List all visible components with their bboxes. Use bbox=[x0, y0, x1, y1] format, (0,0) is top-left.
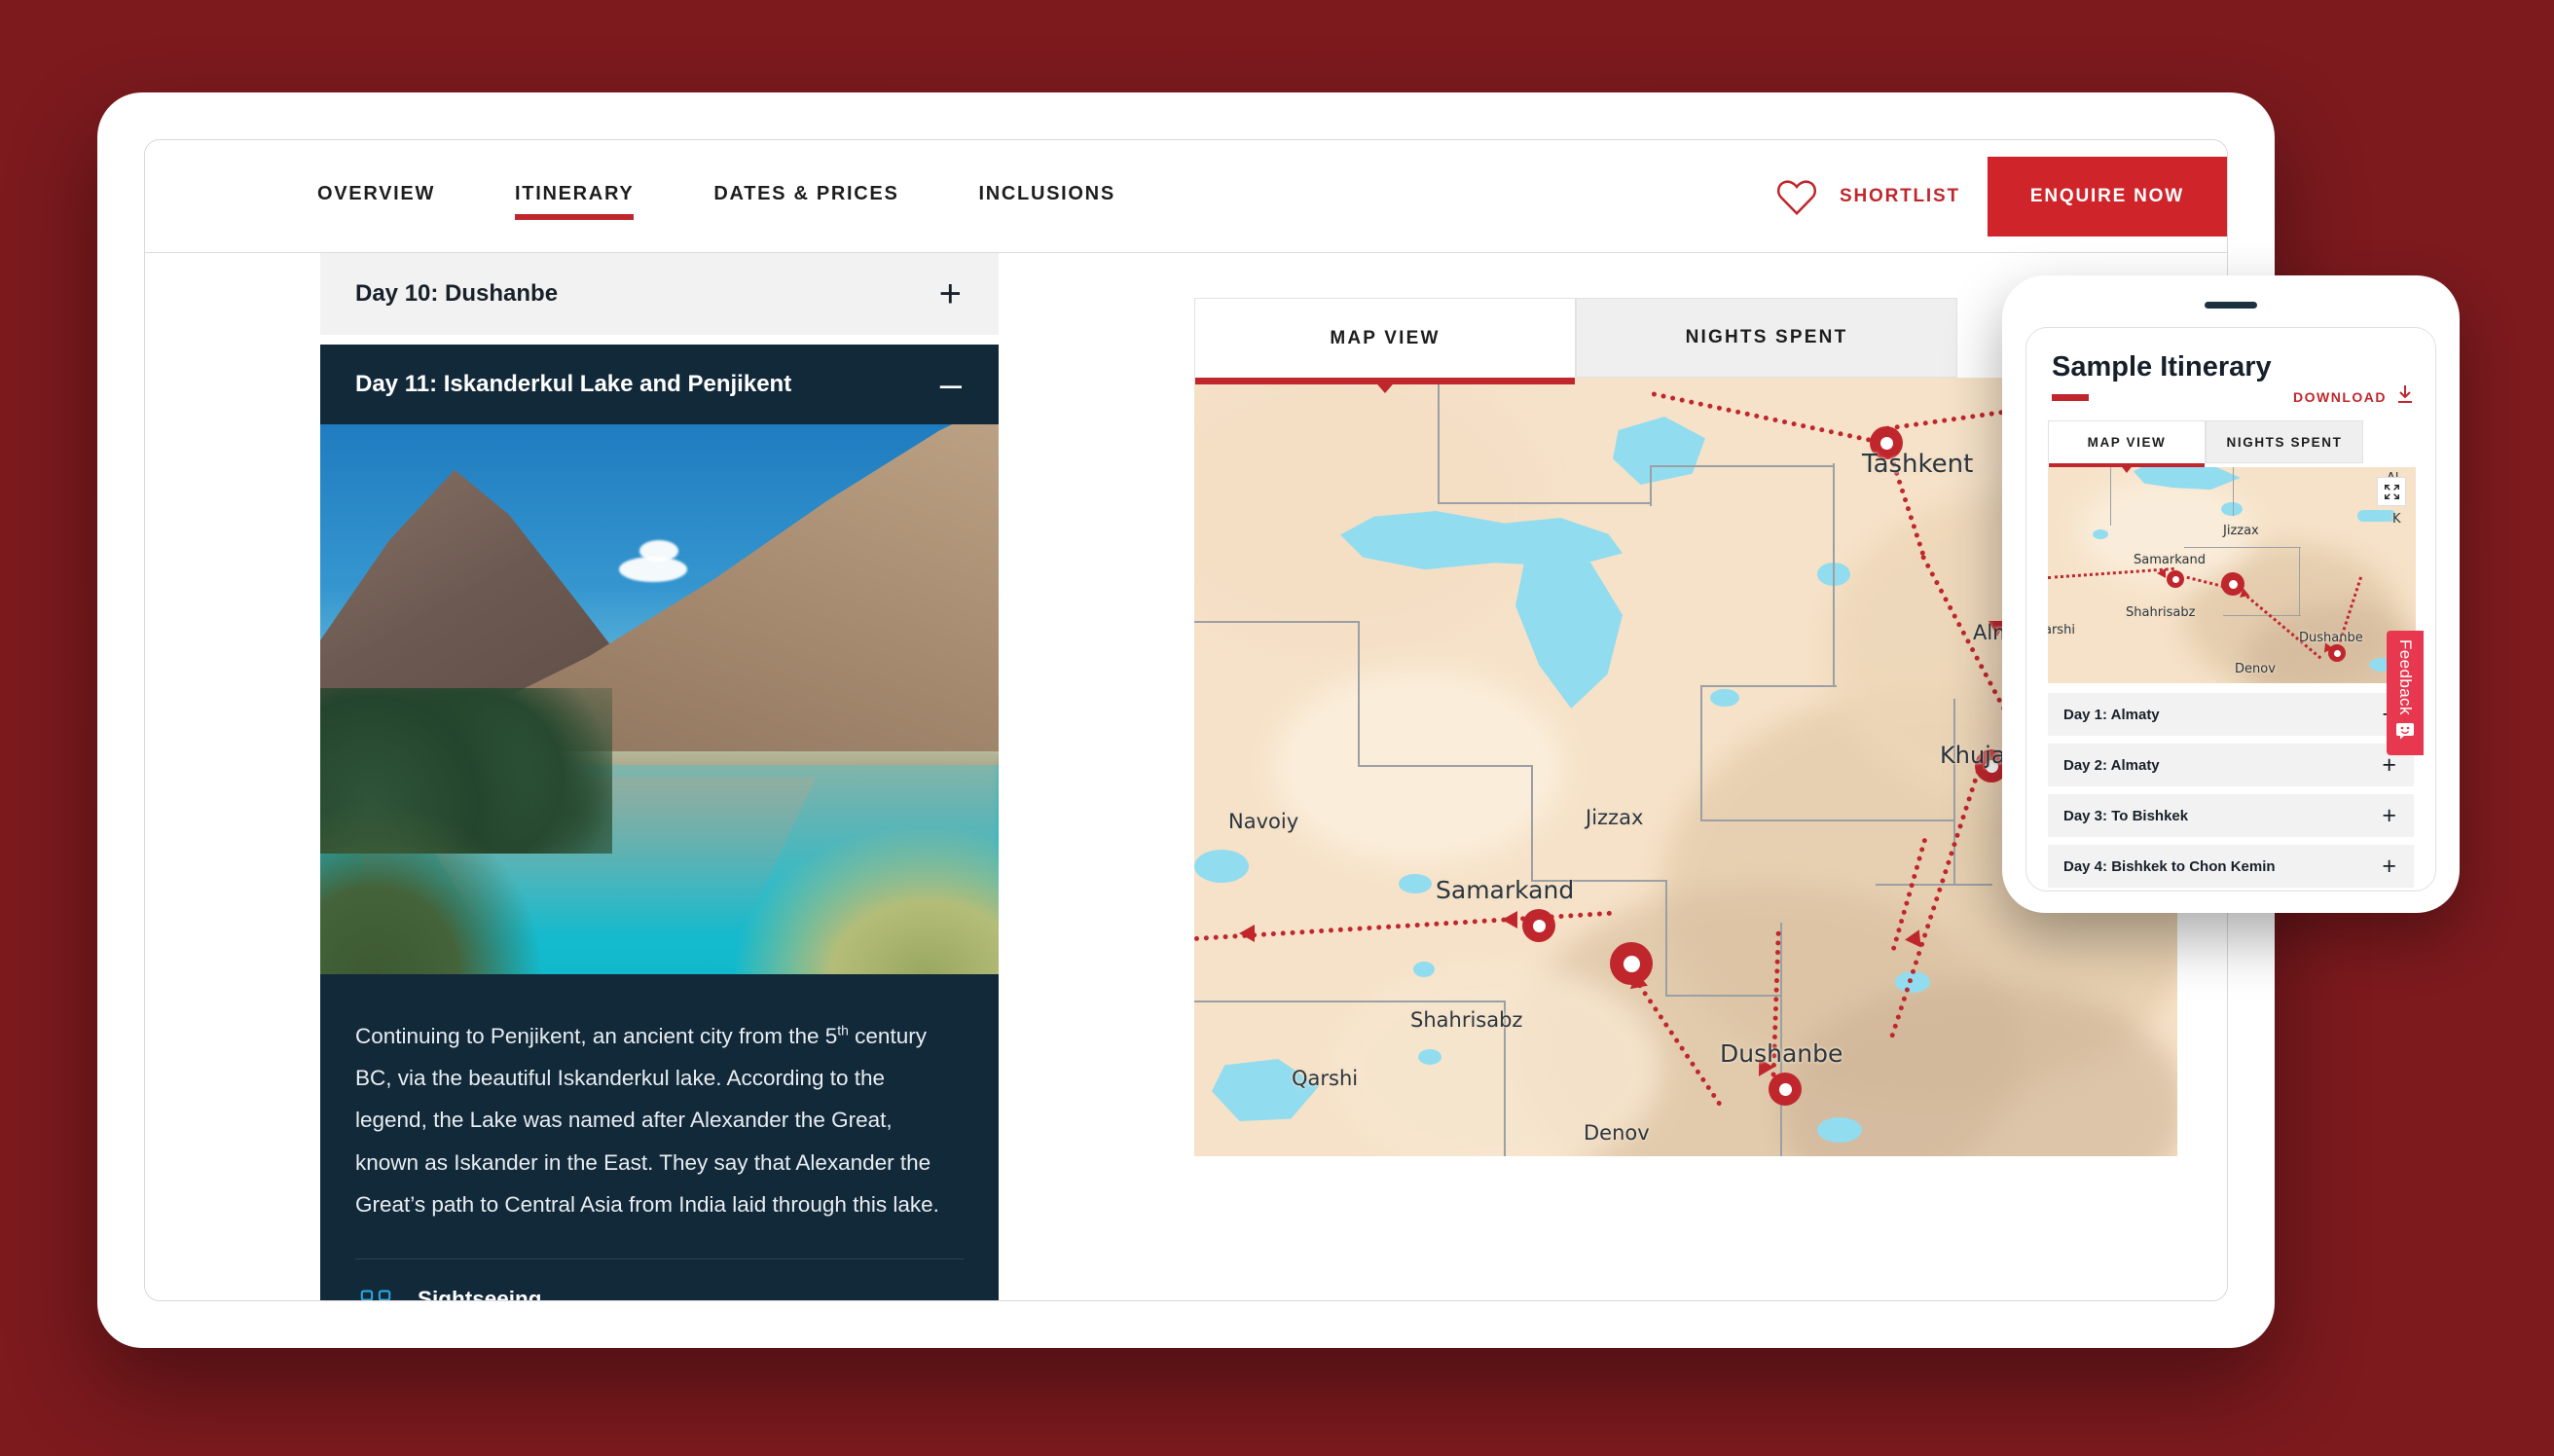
phone-map-label: Dushanbe bbox=[2299, 631, 2363, 645]
phone-day-title: Day 2: Almaty bbox=[2063, 757, 2160, 774]
grass-left bbox=[320, 799, 544, 974]
day-hero-image bbox=[320, 424, 999, 974]
tablet-screen: OVERVIEW ITINERARY DATES & PRICES INCLUS… bbox=[144, 139, 2228, 1301]
map-label: Navoiy bbox=[1228, 810, 1298, 833]
phone-map-label: Shahrisabz bbox=[2126, 605, 2195, 620]
expand-plus-icon[interactable]: + bbox=[939, 274, 962, 313]
map-label: Tashkent bbox=[1862, 450, 1973, 479]
phone-map-pin-samarkand[interactable] bbox=[2167, 570, 2184, 588]
route-arrow bbox=[1502, 911, 1517, 928]
feedback-tab[interactable]: Feedback bbox=[2387, 631, 2424, 755]
title-accent-bar bbox=[2052, 394, 2089, 401]
header-actions: SHORTLIST ENQUIRE NOW bbox=[1775, 140, 2227, 253]
phone-tab-nights-spent[interactable]: NIGHTS SPENT bbox=[2206, 420, 2363, 463]
feedback-smiley-icon bbox=[2395, 722, 2415, 745]
download-button[interactable]: DOWNLOAD bbox=[2293, 384, 2414, 409]
primary-navigation: OVERVIEW ITINERARY DATES & PRICES INCLUS… bbox=[317, 183, 1195, 205]
map-pin-penjikent[interactable] bbox=[1610, 942, 1653, 985]
inclusion-title: Sightseeing bbox=[418, 1287, 610, 1301]
expand-plus-icon[interactable]: + bbox=[2382, 804, 2396, 828]
active-tab-pointer bbox=[1371, 378, 1399, 393]
day-title: Day 11: Iskanderkul Lake and Penjikent bbox=[355, 371, 791, 398]
expand-plus-icon[interactable]: + bbox=[2382, 753, 2396, 778]
phone-speaker-grill bbox=[2205, 302, 2257, 309]
tab-nights-spent[interactable]: NIGHTS SPENT bbox=[1576, 298, 1957, 378]
day-description-part1: Continuing to Penjikent, an ancient city… bbox=[355, 1024, 837, 1048]
shortlist-label: SHORTLIST bbox=[1840, 186, 1960, 207]
phone-map-tabs: MAP VIEW NIGHTS SPENT bbox=[2048, 420, 2435, 463]
itinerary-day-panel-expanded: Day 11: Iskanderkul Lake and Penjikent – bbox=[320, 345, 999, 1301]
ordinal-suffix: th bbox=[837, 1023, 849, 1038]
phone-day-list: Day 1: Almaty + Day 2: Almaty + Day 3: T… bbox=[2048, 693, 2414, 892]
route-arrow bbox=[2157, 568, 2166, 578]
day-inclusions-list: Sightseeing City tour of Penjikent bbox=[320, 1259, 999, 1301]
nav-item-dates-prices[interactable]: DATES & PRICES bbox=[713, 183, 978, 205]
itinerary-column: Day 10: Dushanbe + Day 11: Iskanderkul L… bbox=[145, 253, 1138, 1301]
map-label: Dushanbe bbox=[1720, 1039, 1843, 1068]
phone-page-title: Sample Itinerary bbox=[2052, 351, 2435, 383]
phone-day-row[interactable]: Day 3: To Bishkek + bbox=[2048, 794, 2414, 837]
phone-screen: Sample Itinerary DOWNLOAD MAP VIEW NIGHT… bbox=[2025, 327, 2436, 892]
phone-map-label: Samarkand bbox=[2134, 553, 2206, 567]
tab-map-view[interactable]: MAP VIEW bbox=[1194, 298, 1576, 378]
binoculars-icon bbox=[355, 1289, 396, 1301]
phone-day-row[interactable]: Day 2: Almaty + bbox=[2048, 744, 2414, 786]
nav-item-itinerary[interactable]: ITINERARY bbox=[515, 183, 713, 205]
phone-route-map[interactable]: Jizzax Samarkand Shahrisabz arshi Dushan… bbox=[2048, 467, 2416, 683]
cloud-shape bbox=[639, 540, 678, 562]
enquire-now-button[interactable]: ENQUIRE NOW bbox=[1988, 157, 2227, 237]
route-arrow bbox=[1239, 925, 1255, 942]
phone-device-frame: Sample Itinerary DOWNLOAD MAP VIEW NIGHT… bbox=[2002, 275, 2460, 913]
map-label: Shahrisabz bbox=[1410, 1008, 1522, 1032]
phone-map-label: Jizzax bbox=[2223, 524, 2259, 538]
map-pin-dushanbe[interactable] bbox=[1769, 1073, 1802, 1106]
day-description: Continuing to Penjikent, an ancient city… bbox=[320, 974, 999, 1258]
map-label: Samarkand bbox=[1436, 876, 1574, 904]
feedback-label: Feedback bbox=[2395, 639, 2415, 715]
heart-icon bbox=[1775, 177, 1818, 216]
fullscreen-expand-icon[interactable] bbox=[2377, 477, 2406, 506]
map-pin-samarkand[interactable] bbox=[1522, 909, 1555, 942]
day-description-part2: century BC, via the beautiful Iskanderku… bbox=[355, 1024, 939, 1217]
phone-map-label: K bbox=[2392, 512, 2401, 527]
phone-map-label: arshi bbox=[2048, 623, 2075, 637]
phone-day-title: Day 3: To Bishkek bbox=[2063, 808, 2188, 824]
nav-item-overview[interactable]: OVERVIEW bbox=[317, 183, 515, 205]
expand-plus-icon[interactable]: + bbox=[2382, 855, 2396, 879]
map-label: Denov bbox=[1584, 1121, 1650, 1145]
download-icon bbox=[2396, 384, 2414, 409]
grass-right bbox=[736, 828, 999, 974]
phone-day-title: Day 1: Almaty bbox=[2063, 707, 2160, 723]
phone-day-row[interactable]: Day 4: Bishkek to Chon Kemin + bbox=[2048, 845, 2414, 888]
tablet-content-body: Day 10: Dushanbe + Day 11: Iskanderkul L… bbox=[145, 253, 2227, 1301]
phone-day-row[interactable]: Day 1: Almaty + bbox=[2048, 693, 2414, 736]
inclusion-item-sightseeing: Sightseeing City tour of Penjikent bbox=[355, 1287, 964, 1301]
shortlist-button[interactable]: SHORTLIST bbox=[1775, 177, 1960, 216]
day-title: Day 10: Dushanbe bbox=[355, 280, 558, 308]
phone-map-label: Denov bbox=[2235, 662, 2276, 676]
phone-active-tab-pointer bbox=[2119, 463, 2134, 473]
site-header: OVERVIEW ITINERARY DATES & PRICES INCLUS… bbox=[145, 140, 2227, 253]
itinerary-day-row-collapsed[interactable]: Day 10: Dushanbe + bbox=[320, 253, 999, 335]
map-label: Qarshi bbox=[1292, 1067, 1358, 1090]
itinerary-day-header[interactable]: Day 11: Iskanderkul Lake and Penjikent – bbox=[320, 345, 999, 424]
phone-day-title: Day 4: Bishkek to Chon Kemin bbox=[2063, 858, 2276, 875]
collapse-minus-icon[interactable]: – bbox=[940, 365, 962, 404]
tablet-device-frame: OVERVIEW ITINERARY DATES & PRICES INCLUS… bbox=[97, 92, 2275, 1348]
phone-map-pin-dushanbe[interactable] bbox=[2328, 644, 2346, 662]
phone-map-pin-penjikent[interactable] bbox=[2221, 572, 2244, 596]
phone-tab-map-view[interactable]: MAP VIEW bbox=[2048, 420, 2206, 463]
nav-item-inclusions[interactable]: INCLUSIONS bbox=[979, 183, 1195, 205]
download-label: DOWNLOAD bbox=[2293, 389, 2387, 405]
map-label: Jizzax bbox=[1586, 806, 1643, 829]
